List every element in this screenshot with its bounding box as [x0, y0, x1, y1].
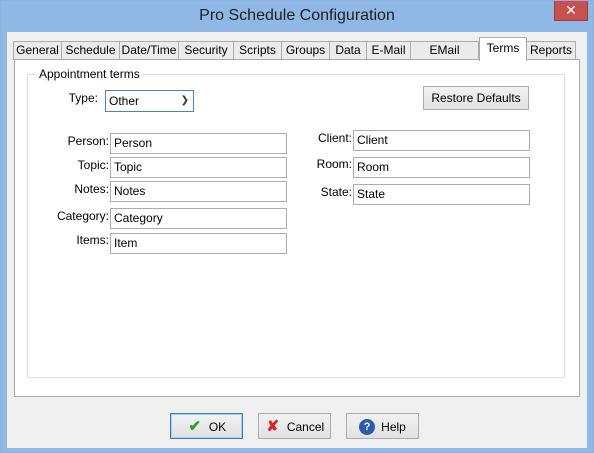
category-field[interactable]: Category	[110, 208, 287, 229]
topic-label: Topic:	[77, 158, 109, 172]
terms-tab-panel: Appointment terms Type: Other ❯ Restore …	[14, 59, 580, 397]
tab-reports[interactable]: Reports	[526, 41, 576, 60]
restore-defaults-button[interactable]: Restore Defaults	[423, 86, 529, 110]
title-bar[interactable]: Pro Schedule Configuration ✕	[1, 1, 593, 32]
notes-label: Notes:	[74, 182, 109, 196]
tab-date-time[interactable]: Date/Time	[119, 41, 179, 60]
notes-field[interactable]: Notes	[110, 181, 287, 202]
question-icon: ?	[359, 418, 376, 435]
tab-data[interactable]: Data	[329, 41, 367, 60]
items-label: Items:	[76, 233, 109, 247]
help-label: Help	[381, 419, 406, 434]
cancel-button[interactable]: ✘ Cancel	[258, 413, 331, 439]
close-button[interactable]: ✕	[554, 1, 588, 21]
x-icon: ✘	[266, 417, 280, 435]
type-select[interactable]: Other ❯	[105, 90, 194, 112]
room-label: Room:	[316, 157, 352, 171]
ok-button[interactable]: ✔ OK	[170, 413, 243, 439]
category-label: Category:	[56, 209, 109, 223]
tab-scripts[interactable]: Scripts	[233, 41, 282, 60]
tab-schedule[interactable]: Schedule	[61, 41, 120, 60]
help-button[interactable]: ? Help	[346, 413, 419, 439]
appointment-terms-group: Appointment terms Type: Other ❯ Restore …	[27, 67, 565, 378]
window-title: Pro Schedule Configuration	[199, 7, 395, 24]
client-label: Client:	[317, 131, 352, 145]
tab-security[interactable]: Security	[178, 41, 234, 60]
chevron-down-icon: ❯	[180, 95, 189, 106]
room-field[interactable]: Room	[353, 157, 530, 178]
client-field[interactable]: Client	[353, 130, 530, 151]
items-field[interactable]: Item	[110, 233, 287, 254]
config-window: Pro Schedule Configuration ✕ General Sch…	[0, 0, 594, 453]
checkmark-icon: ✔	[188, 417, 202, 435]
group-label: Appointment terms	[36, 67, 143, 81]
tab-email[interactable]: E-Mail	[366, 41, 411, 60]
ok-label: OK	[208, 419, 227, 434]
state-label: State:	[320, 185, 352, 199]
person-field[interactable]: Person	[110, 133, 287, 154]
type-select-value: Other	[109, 94, 140, 108]
type-label: Type:	[68, 91, 98, 105]
topic-field[interactable]: Topic	[110, 157, 287, 178]
tab-terms[interactable]: Terms	[479, 37, 527, 61]
person-label: Person:	[67, 134, 109, 148]
cancel-label: Cancel	[286, 419, 325, 434]
state-field[interactable]: State	[353, 184, 530, 205]
tab-email-scripts[interactable]: EMail Scripts	[410, 41, 479, 74]
tab-general[interactable]: General	[13, 41, 62, 60]
tab-groups[interactable]: Groups	[281, 41, 330, 60]
dialog-client-area: General Schedule Date/Time Security Scri…	[7, 32, 587, 448]
